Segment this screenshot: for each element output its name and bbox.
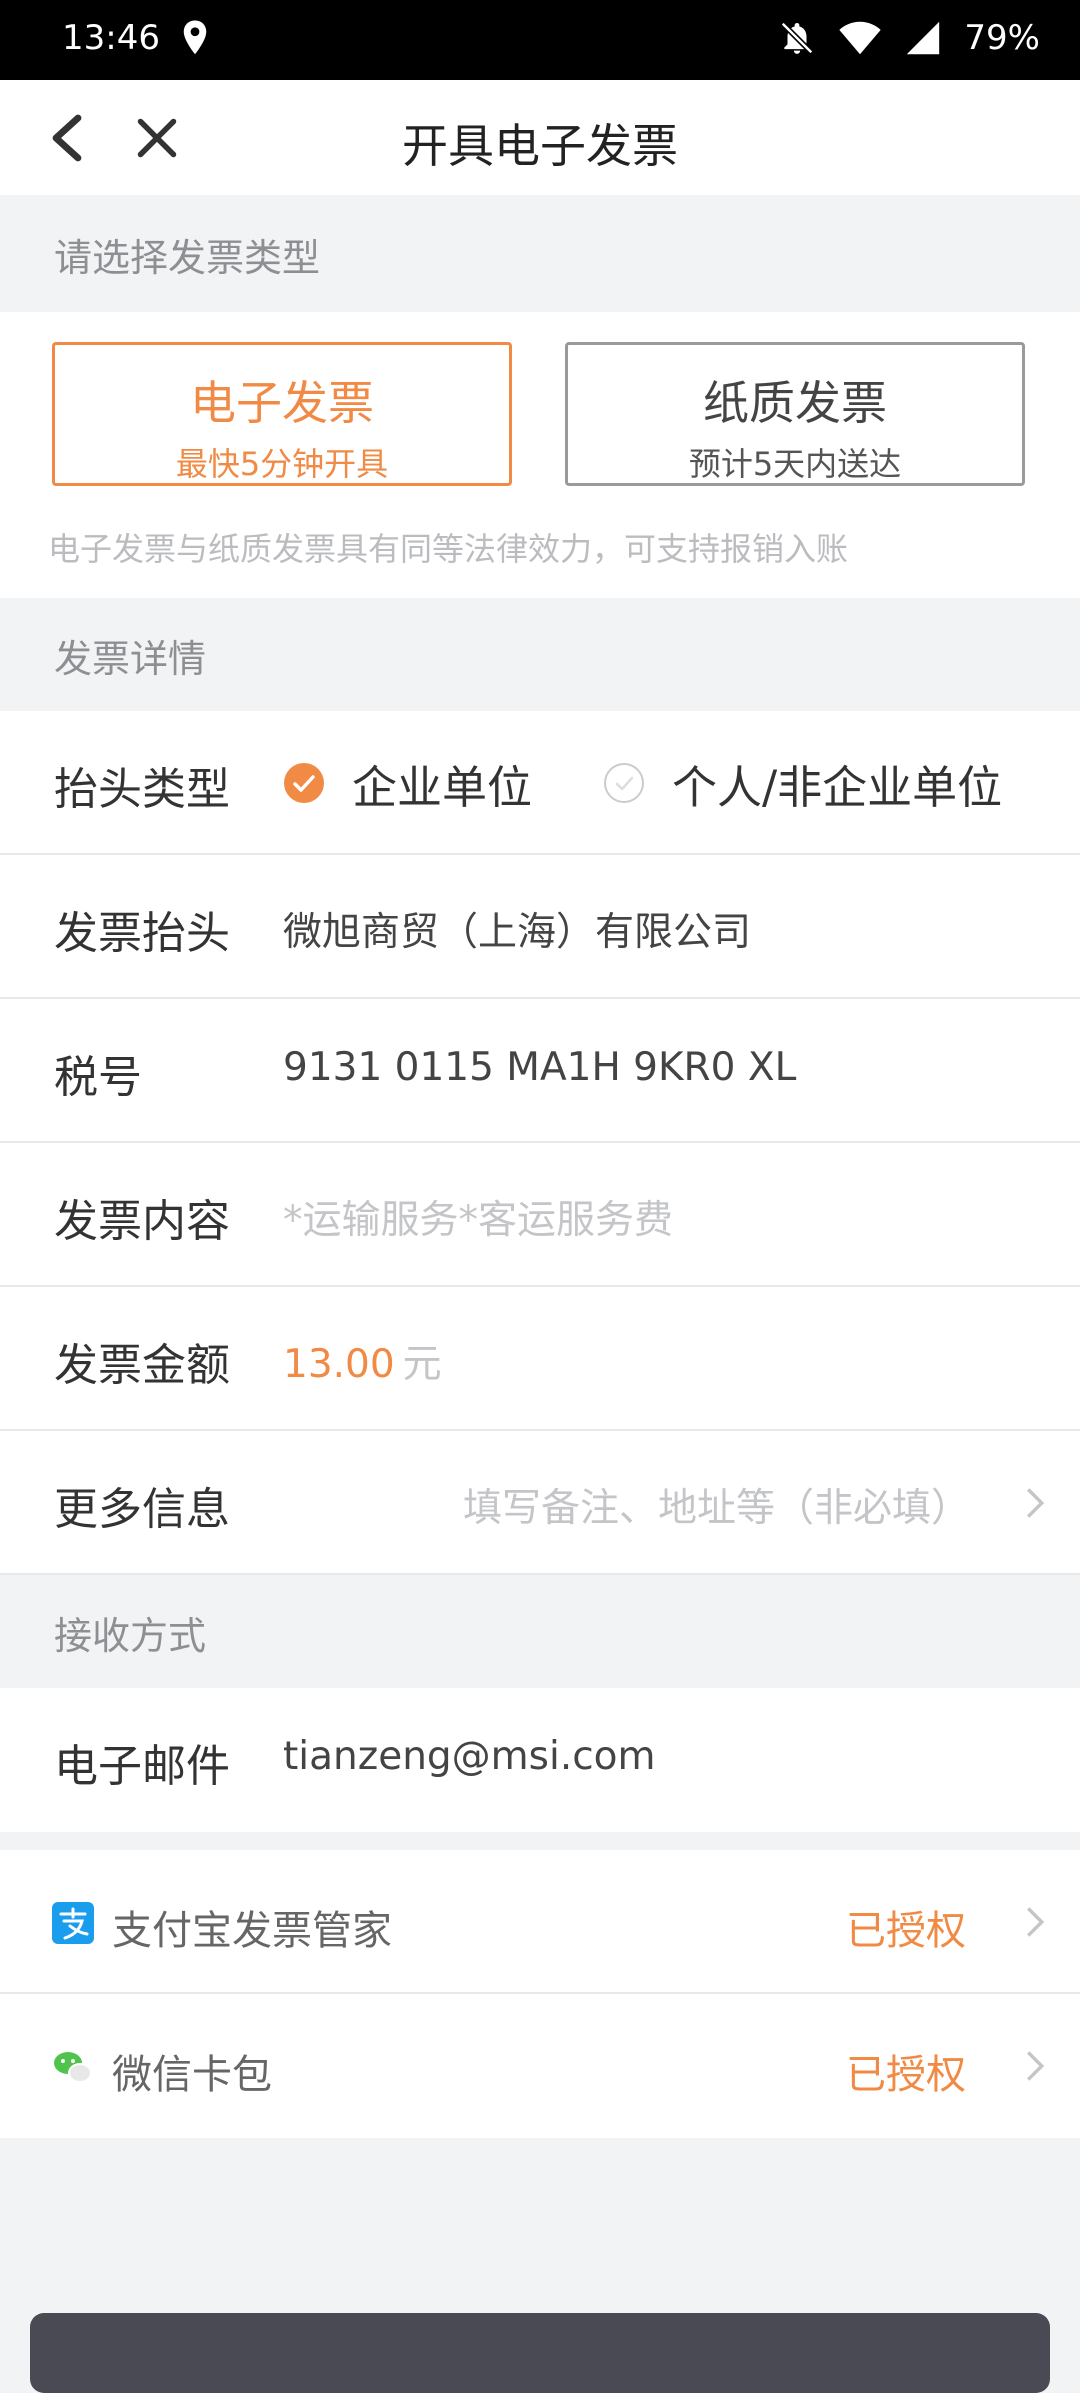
- radio-checked-icon[interactable]: [284, 763, 324, 803]
- amount-value: 13.00: [283, 1342, 395, 1387]
- invoice-content-value: *运输服务*客运服务费: [283, 1198, 674, 1243]
- invoice-header-value[interactable]: 微旭商贸（上海）有限公司: [283, 901, 751, 957]
- field-label: 发票抬头: [54, 908, 230, 959]
- amount-value-group: 13.00 元: [283, 1333, 442, 1389]
- auth-status: 已授权: [846, 2052, 966, 2098]
- section-title: 接收方式: [54, 1614, 207, 1658]
- invoice-amount-row: 发票金额 13.00 元: [0, 1287, 1080, 1431]
- auth-status: 已授权: [846, 1908, 966, 1954]
- section-invoice-type: 请选择发票类型: [0, 195, 1080, 312]
- more-info-placeholder: 填写备注、地址等（非必填）: [462, 1486, 970, 1531]
- cellular-signal-icon: [907, 21, 940, 55]
- email-row[interactable]: 电子邮件 tianzeng@msi.com: [0, 1688, 1080, 1832]
- chevron-right-icon: [1026, 1488, 1045, 1518]
- field-label: 电子邮件: [54, 1741, 230, 1792]
- auth-name: 支付宝发票管家: [112, 1908, 392, 1954]
- option-title: 纸质发票: [703, 376, 887, 430]
- field-label: 发票金额: [54, 1340, 230, 1391]
- option-subtitle: 最快5分钟开具: [175, 445, 389, 483]
- radio-label-enterprise[interactable]: 企业单位: [352, 751, 532, 816]
- invoice-header-row[interactable]: 发票抬头 微旭商贸（上海）有限公司: [0, 855, 1080, 999]
- section-title: 请选择发票类型: [54, 236, 321, 280]
- radio-label-personal[interactable]: 个人/非企业单位: [672, 751, 1002, 816]
- status-bar: 13:46 79%: [0, 0, 1080, 80]
- amount-unit: 元: [402, 1342, 442, 1387]
- wechat-auth-row[interactable]: 微信卡包 已授权: [0, 1994, 1080, 2138]
- invoice-type-hint: 电子发票与纸质发票具有同等法律效力，可支持报销入账: [48, 530, 849, 568]
- bell-off-icon: [781, 21, 814, 55]
- tax-number-value[interactable]: 9131 0115 MA1H 9KR0 XL: [283, 1045, 796, 1090]
- auth-name: 微信卡包: [112, 2052, 272, 2098]
- wifi-icon: [839, 21, 882, 55]
- field-label: 更多信息: [54, 1484, 230, 1535]
- chevron-right-icon: [1026, 2051, 1045, 2081]
- email-value[interactable]: tianzeng@msi.com: [283, 1734, 656, 1779]
- tax-number-row[interactable]: 税号 9131 0115 MA1H 9KR0 XL: [0, 999, 1080, 1143]
- invoice-type-panel: 电子发票 最快5分钟开具 纸质发票 预计5天内送达 电子发票与纸质发票具有同等法…: [0, 312, 1080, 598]
- option-title: 电子发票: [190, 376, 374, 430]
- chevron-right-icon: [1026, 1907, 1045, 1937]
- location-icon: [183, 20, 207, 55]
- section-details: 发票详情: [0, 598, 1080, 711]
- status-time: 13:46: [62, 18, 160, 58]
- status-icons: 79%: [778, 18, 1040, 58]
- section-title: 发票详情: [54, 637, 207, 681]
- electronic-invoice-option[interactable]: 电子发票 最快5分钟开具: [52, 342, 512, 486]
- field-label: 发票内容: [54, 1196, 230, 1247]
- field-label: 税号: [54, 1052, 142, 1103]
- alipay-icon: [52, 1902, 94, 1944]
- header-type-row: 抬头类型 企业单位 个人/非企业单位: [0, 711, 1080, 855]
- invoice-content-row: 发票内容 *运输服务*客运服务费: [0, 1143, 1080, 1287]
- more-info-row[interactable]: 更多信息 填写备注、地址等（非必填）: [0, 1431, 1080, 1575]
- submit-button[interactable]: [30, 2313, 1050, 2393]
- wechat-icon: [54, 2052, 92, 2083]
- alipay-auth-row[interactable]: 支付宝发票管家 已授权: [0, 1850, 1080, 1994]
- section-receive: 接收方式: [0, 1575, 1080, 1688]
- paper-invoice-option[interactable]: 纸质发票 预计5天内送达: [565, 342, 1025, 486]
- battery-level: 79%: [964, 18, 1040, 58]
- option-subtitle: 预计5天内送达: [688, 445, 902, 483]
- header-bar: 开具电子发票: [0, 80, 1080, 195]
- field-label: 抬头类型: [54, 764, 230, 815]
- page-title: 开具电子发票: [402, 119, 678, 173]
- radio-unchecked-icon[interactable]: [604, 763, 644, 803]
